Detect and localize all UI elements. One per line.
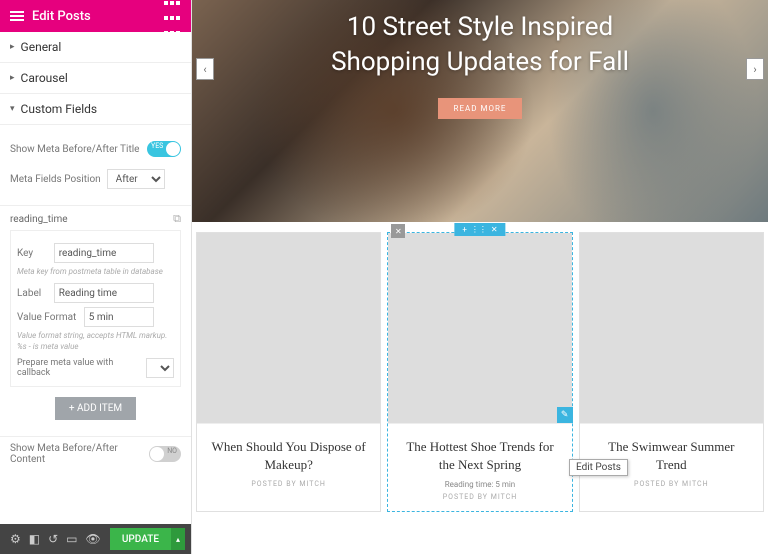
navigator-icon[interactable]: ◧ bbox=[29, 532, 40, 546]
show-meta-title-toggle[interactable]: YES bbox=[147, 141, 181, 157]
widget-handle[interactable]: + ⋮⋮ ✕ bbox=[454, 223, 505, 236]
key-hint: Meta key from postmeta table in database bbox=[17, 267, 174, 277]
close-icon: ✕ bbox=[491, 225, 498, 234]
update-dropdown[interactable]: ▴ bbox=[171, 528, 185, 550]
show-meta-content-row: Show Meta Before/After Content NO bbox=[0, 436, 191, 471]
post-thumbnail bbox=[197, 233, 380, 423]
label-input[interactable] bbox=[54, 283, 154, 303]
delete-icon[interactable]: ✕ bbox=[391, 224, 405, 238]
hero-carousel: 10 Street Style InspiredShopping Updates… bbox=[192, 0, 768, 222]
sidebar-title: Edit Posts bbox=[32, 9, 91, 24]
post-thumbnail bbox=[388, 233, 571, 423]
section-carousel[interactable]: ▸Carousel bbox=[0, 63, 191, 94]
meta-field-block: reading_time ⧉ Key Meta key from postmet… bbox=[0, 205, 191, 436]
carousel-prev[interactable]: ‹ bbox=[196, 58, 214, 80]
history-icon[interactable]: ↺ bbox=[48, 532, 58, 546]
chevron-down-icon: ▾ bbox=[10, 104, 15, 114]
post-byline: POSTED BY MITCH bbox=[209, 480, 368, 488]
post-meta: Reading time: 5 min bbox=[400, 480, 559, 489]
vf-input[interactable] bbox=[84, 307, 154, 327]
preview-icon[interactable]: 👁 bbox=[86, 532, 101, 546]
vf-label: Value Format bbox=[17, 312, 81, 323]
copy-icon[interactable]: ⧉ bbox=[173, 212, 181, 226]
show-meta-title-label: Show Meta Before/After Title bbox=[10, 144, 139, 155]
hamburger-icon[interactable] bbox=[10, 9, 24, 23]
sidebar-header: Edit Posts bbox=[0, 0, 191, 32]
meta-position-label: Meta Fields Position bbox=[10, 174, 101, 185]
key-input[interactable] bbox=[54, 243, 154, 263]
hero-title: 10 Street Style InspiredShopping Updates… bbox=[331, 10, 629, 80]
editor-sidebar: Edit Posts ▸General ▸Carousel ▾Custom Fi… bbox=[0, 0, 192, 554]
prepare-label: Prepare meta value with callback bbox=[17, 358, 146, 378]
drag-icon: ⋮⋮ bbox=[471, 225, 487, 234]
chevron-right-icon: ▸ bbox=[10, 42, 15, 52]
show-meta-title-row: Show Meta Before/After Title YES bbox=[0, 135, 191, 163]
post-byline: POSTED BY MITCH bbox=[592, 480, 751, 488]
edit-posts-tooltip: Edit Posts bbox=[569, 459, 628, 476]
vf-hint: Value format string, accepts HTML markup… bbox=[17, 331, 174, 352]
meta-position-select[interactable]: After bbox=[107, 169, 165, 189]
carousel-next[interactable]: › bbox=[746, 58, 764, 80]
update-button[interactable]: UPDATE bbox=[110, 528, 171, 550]
meta-position-row: Meta Fields Position After bbox=[0, 163, 191, 195]
show-meta-content-toggle[interactable]: NO bbox=[149, 446, 181, 462]
field-name: reading_time bbox=[10, 214, 68, 225]
prepare-select[interactable] bbox=[146, 358, 174, 378]
section-custom-fields[interactable]: ▾Custom Fields bbox=[0, 94, 191, 125]
read-more-button[interactable]: READ MORE bbox=[438, 98, 523, 119]
settings-icon[interactable]: ⚙ bbox=[10, 532, 21, 546]
edit-widget-handle[interactable]: ✎ bbox=[557, 407, 573, 423]
plus-icon: + bbox=[462, 225, 467, 234]
key-label: Key bbox=[17, 248, 51, 259]
preview-canvas: 10 Street Style InspiredShopping Updates… bbox=[192, 0, 768, 554]
chevron-right-icon: ▸ bbox=[10, 73, 15, 83]
post-title: When Should You Dispose of Makeup? bbox=[209, 438, 368, 474]
label-label: Label bbox=[17, 288, 51, 299]
show-meta-content-label: Show Meta Before/After Content bbox=[10, 443, 149, 465]
section-general[interactable]: ▸General bbox=[0, 32, 191, 63]
post-byline: POSTED BY MITCH bbox=[400, 493, 559, 501]
post-title: The Hottest Shoe Trends for the Next Spr… bbox=[400, 438, 559, 474]
sidebar-footer: ⚙ ◧ ↺ ▭ 👁 UPDATE ▴ bbox=[0, 524, 191, 554]
posts-grid: When Should You Dispose of Makeup? POSTE… bbox=[192, 222, 768, 512]
responsive-icon[interactable]: ▭ bbox=[66, 532, 77, 546]
post-thumbnail bbox=[580, 233, 763, 423]
post-card[interactable]: When Should You Dispose of Makeup? POSTE… bbox=[196, 232, 381, 512]
post-card-selected[interactable]: ✕ +⋮⋮✕ ✎ The Hottest Shoe Trends for the… bbox=[387, 232, 572, 512]
add-item-button[interactable]: + ADD ITEM bbox=[55, 397, 136, 420]
